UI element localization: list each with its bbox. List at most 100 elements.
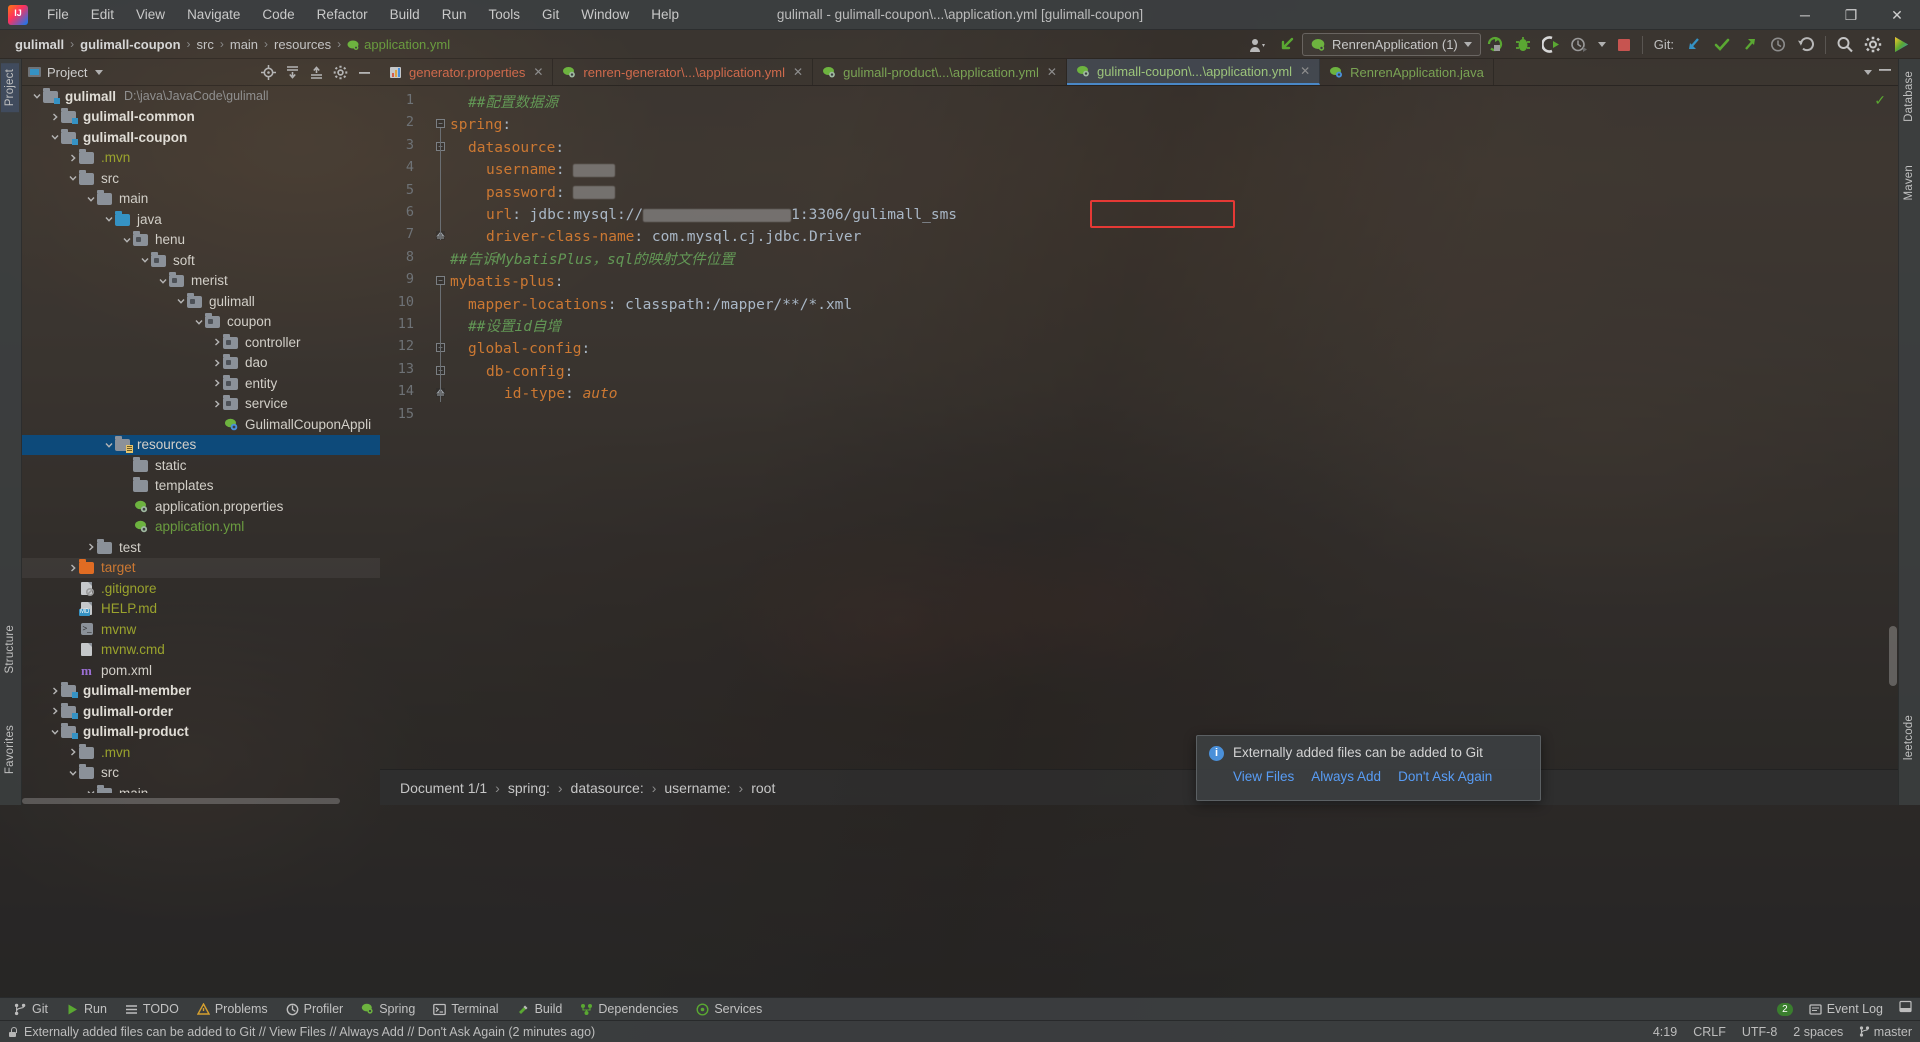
fold-minus-icon[interactable]: −	[436, 276, 445, 286]
tool-window-button-terminal[interactable]: Terminal	[425, 1000, 506, 1018]
git-push-icon[interactable]	[1736, 30, 1764, 59]
editor-tab-renren-generator-application-yml[interactable]: renren-generator\...\application.yml ✕	[553, 59, 814, 85]
editor-tab-gulimall-coupon-application-yml[interactable]: gulimall-coupon\...\application.yml ✕	[1066, 59, 1321, 85]
search-everywhere-icon[interactable]	[1831, 30, 1859, 59]
tool-tab-maven[interactable]: Maven	[1900, 159, 1918, 207]
plugin-icon[interactable]	[1887, 30, 1916, 59]
dont-ask-again-link[interactable]: Don't Ask Again	[1398, 769, 1492, 784]
close-icon[interactable]: ✕	[1047, 65, 1057, 79]
chevron-down-icon[interactable]	[48, 725, 61, 738]
profiler-dropdown-icon[interactable]	[1593, 30, 1611, 59]
chevron-down-icon[interactable]	[48, 131, 61, 144]
menu-item-build[interactable]: Build	[379, 3, 431, 26]
back-arrow-icon[interactable]	[1272, 30, 1302, 59]
status-message[interactable]: Externally added files can be added to G…	[24, 1025, 595, 1039]
tree-item-application-properties[interactable]: application.properties	[22, 496, 380, 517]
tool-tab-favorites[interactable]: Favorites	[1, 719, 19, 780]
code-line-4[interactable]: username:	[486, 159, 616, 181]
chevron-down-icon[interactable]	[102, 438, 115, 451]
breadcrumb-item-resources[interactable]: resources	[269, 35, 336, 54]
code-line-9[interactable]: mybatis-plus:	[450, 271, 564, 293]
close-icon[interactable]: ✕	[793, 65, 803, 79]
minimize-button[interactable]: ─	[1782, 0, 1828, 30]
editor-gutter[interactable]: 12−3−456789−101112−13−1415	[380, 86, 450, 769]
chevron-right-icon[interactable]	[84, 541, 97, 554]
breadcrumb-root-value[interactable]: root	[745, 778, 781, 798]
editor-tab-bar[interactable]: generator.properties ✕ renren-generator\..…	[380, 59, 1898, 86]
chevron-right-icon[interactable]	[48, 684, 61, 697]
project-tree[interactable]: gulimall D:\java\JavaCode\gulimall gulimal…	[22, 86, 380, 793]
event-log-button[interactable]: Event Log	[1801, 1000, 1891, 1018]
tool-window-button-problems[interactable]: Problems	[189, 1000, 276, 1018]
chevron-down-icon[interactable]	[66, 172, 79, 185]
run-icon[interactable]	[1481, 30, 1509, 59]
tool-window-button-git[interactable]: Git	[6, 1000, 56, 1018]
tree-item-src[interactable]: src	[22, 763, 380, 784]
menu-item-navigate[interactable]: Navigate	[176, 3, 251, 26]
tree-item-mvnw[interactable]: >_ mvnw	[22, 619, 380, 640]
tool-window-bar[interactable]: Git Run TODO Problems Profiler Spring Terminal…	[0, 997, 1920, 1020]
tree-item-application-yml[interactable]: application.yml	[22, 517, 380, 538]
tree-item-merist[interactable]: merist	[22, 271, 380, 292]
profiler-icon[interactable]	[1565, 30, 1593, 59]
menu-item-help[interactable]: Help	[640, 3, 690, 26]
maximize-button[interactable]: ❐	[1828, 0, 1874, 30]
tree-item-target[interactable]: target	[22, 557, 380, 578]
code-line-1[interactable]: ##配置数据源	[468, 92, 558, 114]
chevron-down-icon[interactable]	[138, 254, 151, 267]
tool-window-button-todo[interactable]: TODO	[117, 1000, 187, 1018]
chevron-down-icon[interactable]	[95, 69, 104, 75]
tool-window-button-profiler[interactable]: Profiler	[278, 1000, 352, 1018]
git-branch[interactable]: master	[1859, 1025, 1912, 1039]
menu-item-window[interactable]: Window	[570, 3, 640, 26]
code-line-6[interactable]: url: jdbc:mysql:// 1:3306/gulimall_sms	[486, 204, 957, 226]
editor-scrollbar[interactable]	[1889, 626, 1897, 746]
breadcrumb[interactable]: gulimall › gulimall-coupon › src › main › resour…	[0, 35, 455, 54]
locate-icon[interactable]	[257, 61, 279, 83]
tree-item-gulimall-member[interactable]: gulimall-member	[22, 681, 380, 702]
tree-item-soft[interactable]: soft	[22, 250, 380, 271]
tree-item-mvnw-cmd[interactable]: mvnw.cmd	[22, 640, 380, 661]
breadcrumb-item-application-yml[interactable]: application.yml	[342, 35, 455, 54]
chevron-right-icon[interactable]	[210, 356, 223, 369]
tree-item-templates[interactable]: templates	[22, 476, 380, 497]
tree-item-test[interactable]: test	[22, 537, 380, 558]
code-line-8[interactable]: ##告诉MybatisPlus，sql的映射文件位置	[450, 249, 735, 271]
menu-item-refactor[interactable]: Refactor	[306, 3, 379, 26]
tree-item-gulimall[interactable]: gulimall D:\java\JavaCode\gulimall	[22, 86, 380, 107]
inspection-ok-icon[interactable]: ✓	[1874, 92, 1886, 109]
git-commit-icon[interactable]	[1708, 30, 1736, 59]
menu-item-run[interactable]: Run	[431, 3, 478, 26]
tree-item-gulimall-product[interactable]: gulimall-product	[22, 722, 380, 743]
code-line-13[interactable]: db-config:	[486, 361, 573, 383]
chevron-right-icon[interactable]	[210, 377, 223, 390]
main-menu[interactable]: File Edit View Navigate Code Refactor Build Run…	[36, 3, 690, 26]
tree-item-service[interactable]: service	[22, 394, 380, 415]
git-rollback-icon[interactable]	[1792, 30, 1820, 59]
close-icon[interactable]: ✕	[1300, 64, 1310, 78]
code-line-3[interactable]: datasource:	[468, 137, 564, 159]
close-icon[interactable]: ✕	[533, 65, 543, 79]
tool-window-button-services[interactable]: Services	[688, 1000, 770, 1018]
editor-tab-overflow[interactable]	[1858, 59, 1898, 85]
chevron-right-icon[interactable]	[48, 705, 61, 718]
code-line-12[interactable]: global-config:	[468, 338, 590, 360]
tree-item-controller[interactable]: controller	[22, 332, 380, 353]
menu-item-git[interactable]: Git	[531, 3, 570, 26]
tool-window-button-spring[interactable]: Spring	[353, 1000, 423, 1018]
tree-item-help-md[interactable]: MD HELP.md	[22, 599, 380, 620]
code-line-5[interactable]: password:	[486, 182, 616, 204]
editor-tab-renrenapplication-java[interactable]: RenrenApplication.java	[1320, 59, 1494, 85]
stop-icon[interactable]	[1611, 30, 1637, 59]
indent-setting[interactable]: 2 spaces	[1793, 1025, 1843, 1039]
user-avatar-icon[interactable]	[1244, 30, 1272, 59]
tree-item--gitignore[interactable]: .gitignore	[22, 578, 380, 599]
tree-item-java[interactable]: java	[22, 209, 380, 230]
tree-item-pom-xml[interactable]: m pom.xml	[22, 660, 380, 681]
view-files-link[interactable]: View Files	[1233, 769, 1294, 784]
layout-icon[interactable]	[1899, 1000, 1912, 1018]
run-configuration-selector[interactable]: RenrenApplication (1)	[1302, 33, 1481, 56]
code-line-14[interactable]: id-type: auto	[504, 383, 618, 405]
hide-icon[interactable]	[353, 61, 375, 83]
chevron-down-icon[interactable]	[84, 192, 97, 205]
